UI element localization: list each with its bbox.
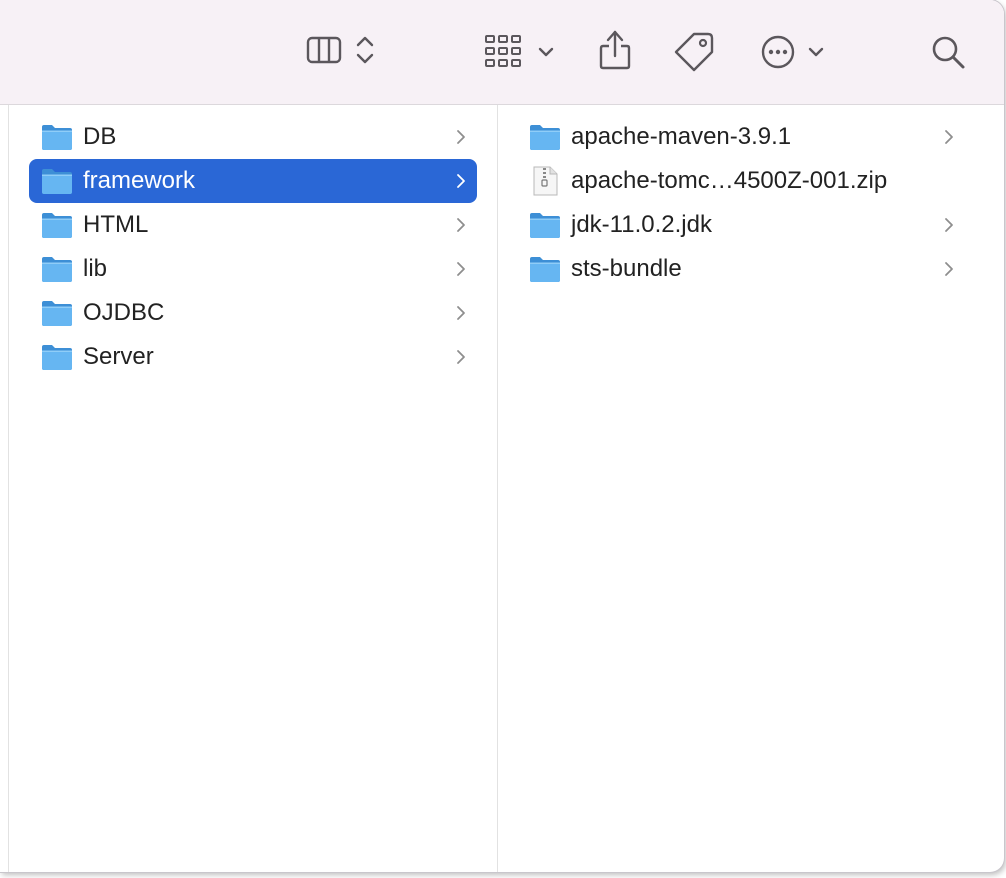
item-label: HTML: [83, 211, 149, 238]
folder-row[interactable]: Server: [29, 335, 477, 379]
item-label: OJDBC: [83, 299, 165, 326]
file-row[interactable]: jdk-11.0.2.jdk: [517, 203, 965, 247]
share-icon: [599, 30, 631, 70]
chevron-right-icon: [457, 218, 465, 232]
item-label: Server: [83, 343, 154, 370]
item-label: DB: [83, 123, 117, 150]
folder-icon: [42, 213, 72, 238]
item-label: sts-bundle: [571, 255, 682, 282]
file-row[interactable]: apache-tomc…4500Z-001.zip: [517, 159, 965, 203]
view-mode-button[interactable]: [306, 34, 376, 66]
chevron-right-icon: [945, 218, 953, 232]
tag-icon: [674, 32, 714, 72]
folder-icon: [42, 169, 72, 194]
folder-row[interactable]: framework: [29, 159, 477, 203]
chevron-right-icon: [457, 262, 465, 276]
up-down-chevron-icon: [356, 36, 374, 64]
chevron-right-icon: [945, 262, 953, 276]
search-icon: [932, 36, 965, 69]
group-button[interactable]: [484, 34, 556, 70]
item-label: framework: [83, 167, 196, 194]
parent-folder-column: DB framework HTML lib OJDBC Server: [8, 105, 498, 872]
item-label: apache-maven-3.9.1: [571, 123, 792, 150]
more-actions-button[interactable]: [760, 34, 826, 70]
framework-contents-column: apache-maven-3.9.1 apache-tomc…4500Z-001.…: [497, 105, 1004, 872]
file-row[interactable]: sts-bundle: [517, 247, 965, 291]
folder-icon: [530, 213, 560, 238]
folder-icon: [42, 301, 72, 326]
chevron-right-icon: [457, 130, 465, 144]
columns-view-icon: [306, 36, 342, 64]
file-row[interactable]: apache-maven-3.9.1: [517, 115, 965, 159]
share-button[interactable]: [598, 28, 632, 72]
zip-file-icon: [533, 166, 558, 196]
chevron-down-icon: [538, 47, 554, 57]
chevron-right-icon: [945, 130, 953, 144]
folder-icon: [42, 345, 72, 370]
folder-icon: [42, 257, 72, 282]
toolbar: [0, 0, 1004, 105]
item-label: jdk-11.0.2.jdk: [571, 211, 712, 238]
finder-window: DB framework HTML lib OJDBC Server apache-mav…: [0, 0, 1004, 872]
chevron-right-icon: [457, 350, 465, 364]
grid-icon: [485, 35, 521, 67]
chevron-down-icon: [808, 47, 824, 57]
folder-row[interactable]: DB: [29, 115, 477, 159]
folder-row[interactable]: OJDBC: [29, 291, 477, 335]
folder-icon: [530, 125, 560, 150]
folder-row[interactable]: HTML: [29, 203, 477, 247]
chevron-right-icon: [457, 306, 465, 320]
more-icon: [761, 35, 795, 69]
tag-button[interactable]: [672, 32, 716, 72]
item-label: apache-tomc…4500Z-001.zip: [571, 167, 888, 194]
folder-row[interactable]: lib: [29, 247, 477, 291]
folder-icon: [530, 257, 560, 282]
search-button[interactable]: [930, 34, 966, 70]
chevron-right-icon: [457, 174, 465, 188]
item-label: lib: [83, 255, 108, 282]
folder-icon: [42, 125, 72, 150]
